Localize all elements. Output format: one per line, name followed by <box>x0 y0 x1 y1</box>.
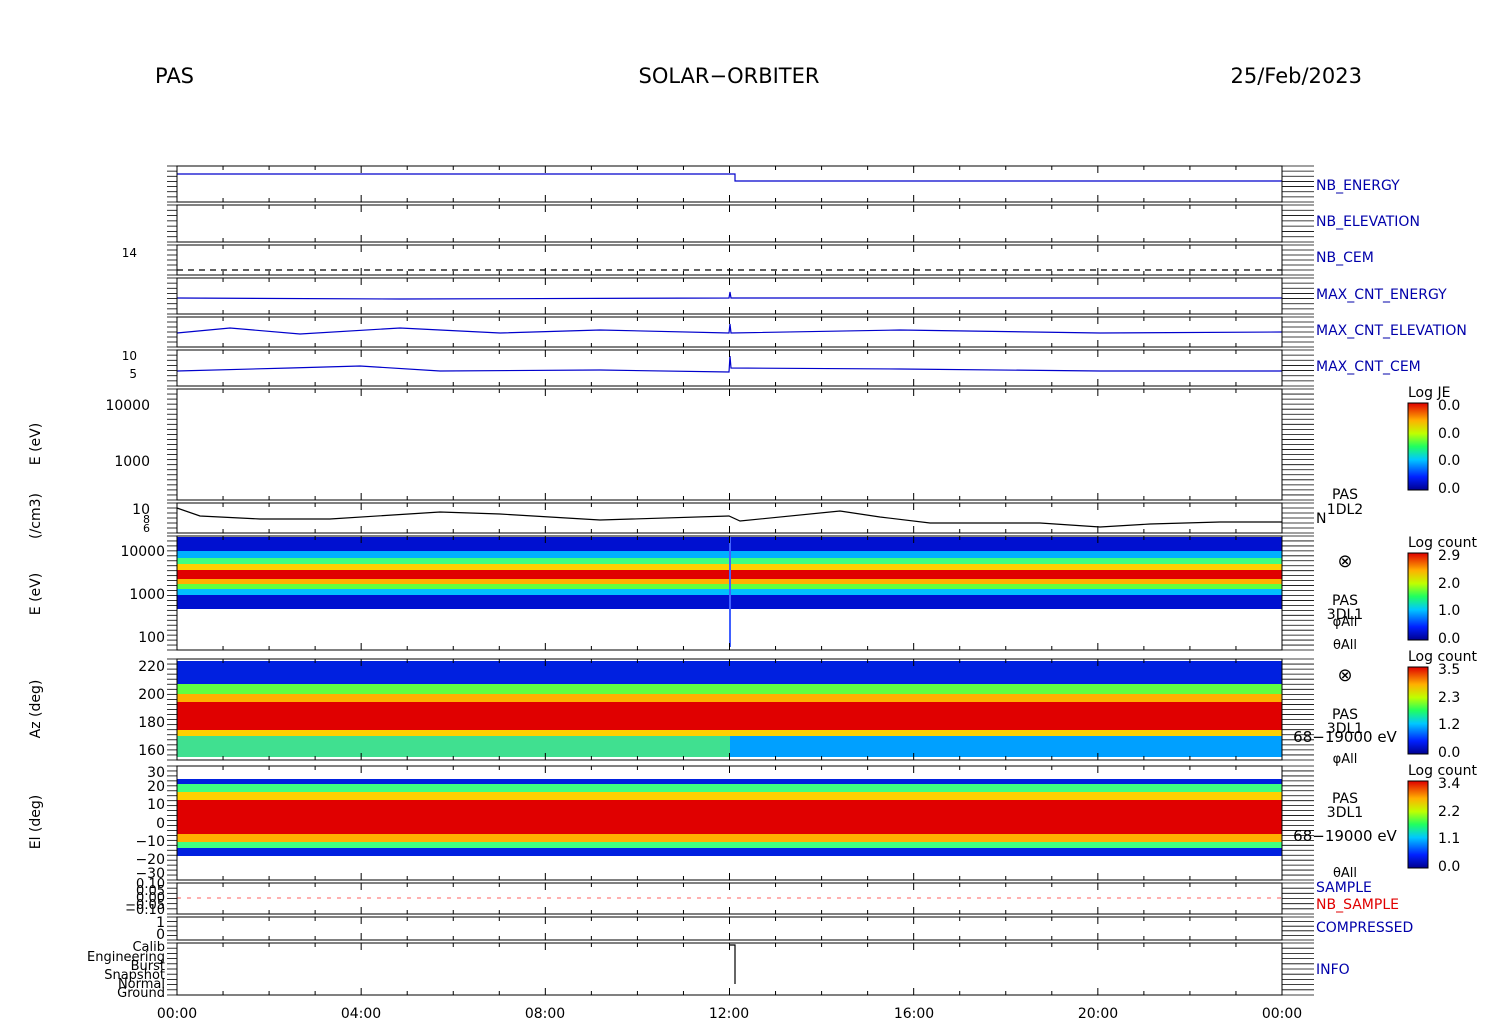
colorbar-azimuth-tick: 2.3 <box>1438 690 1460 706</box>
colorbar-je-tick: 0.0 <box>1438 426 1460 442</box>
info-trace <box>729 944 736 984</box>
label-nb-elevation: NB_ELEVATION <box>1316 214 1420 230</box>
pas-summary-plot: PAS SOLAR−ORBITER 25/Feb/2023 Log JE 0.0… <box>28 64 1477 1020</box>
nb-energy-trace <box>177 173 1282 182</box>
colorbar-energy-tick: 2.0 <box>1438 576 1460 592</box>
label-compressed: COMPRESSED <box>1316 920 1413 936</box>
xtick-label: 12:00 <box>709 1006 749 1020</box>
ytick-label: 1000 <box>114 454 150 470</box>
ytick-label: 14 <box>122 246 137 260</box>
ytick-label: 180 <box>138 715 165 731</box>
label-azimuth-otimes: ⊗ <box>1337 665 1352 686</box>
colorbar-energy-tick: 1.0 <box>1438 603 1460 619</box>
ylabel-je-energy: E (eV) <box>28 423 44 465</box>
label-azimuth-energy-range: 68−19000 eV <box>1293 728 1397 746</box>
colorbar-azimuth-tick: 3.5 <box>1438 662 1460 678</box>
label-energy-otimes: ⊗ <box>1337 551 1352 572</box>
elevation-spectrogram-image <box>177 779 1282 856</box>
label-nb-energy: NB_ENERGY <box>1316 178 1400 194</box>
header-date: 25/Feb/2023 <box>1231 64 1363 88</box>
colorbar-elevation-tick: 2.2 <box>1438 804 1460 820</box>
ytick-label: 1000 <box>129 587 165 603</box>
label-max-cnt-energy: MAX_CNT_ENERGY <box>1316 287 1447 303</box>
ytick-label: 10 <box>147 797 165 813</box>
xtick-label: 00:00 <box>157 1006 197 1020</box>
label-info: INFO <box>1316 962 1350 978</box>
ytick-label: Ground <box>117 986 165 1001</box>
label-energy-thetaall: θAll <box>1333 638 1357 653</box>
ytick-label: 20 <box>147 779 165 795</box>
panel-frame <box>176 388 1283 501</box>
ytick-label: −10 <box>135 834 165 850</box>
ytick-label: 10000 <box>105 398 150 414</box>
label-max-cnt-elevation: MAX_CNT_ELEVATION <box>1316 323 1467 339</box>
ytick-labels: 14 10 5 10000 1000 10 8 6 10000 1000 100… <box>87 246 165 1001</box>
colorbar-je-tick: 0.0 <box>1438 453 1460 469</box>
xtick-label: 00:00 <box>1262 1006 1302 1020</box>
label-nb-cem: NB_CEM <box>1316 250 1374 266</box>
label-nb-sample: NB_SAMPLE <box>1316 897 1399 913</box>
x-axis: 00:00 04:00 08:00 12:00 16:00 20:00 00:0… <box>157 1006 1302 1020</box>
ytick-label: 200 <box>138 687 165 703</box>
colorbar-energy-tick: 0.0 <box>1438 631 1460 647</box>
ytick-label: 6 <box>143 522 150 535</box>
ytick-label: 0 <box>156 816 165 832</box>
xtick-label: 16:00 <box>894 1006 934 1020</box>
ylabel-azimuth: Az (deg) <box>28 680 44 739</box>
label-max-cnt-cem: MAX_CNT_CEM <box>1316 359 1421 375</box>
ytick-label: 100 <box>138 630 165 646</box>
label-azimuth-phiall: φAll <box>1333 752 1358 767</box>
colorbar-azimuth-tick: 0.0 <box>1438 745 1460 761</box>
label-energy-phiall: φAll <box>1333 615 1358 630</box>
ylabel-density: (/cm3) <box>28 493 44 539</box>
energy-spectrogram-image <box>177 537 1282 647</box>
max-cnt-energy-trace <box>176 291 1282 300</box>
density-trace <box>176 507 1282 528</box>
colorbar-azimuth: Log count 3.5 2.3 1.2 0.0 <box>1407 649 1477 761</box>
xtick-label: 20:00 <box>1078 1006 1118 1020</box>
xtick-label: 08:00 <box>525 1006 565 1020</box>
colorbar-elevation: Log count 3.4 2.2 1.1 0.0 <box>1407 763 1477 875</box>
colorbar-je-tick: 0.0 <box>1438 398 1460 414</box>
ytick-label: 10 <box>122 349 137 363</box>
label-density-pas: PAS <box>1332 487 1358 503</box>
ytick-label: 5 <box>129 367 137 381</box>
colorbar-azimuth-tick: 1.2 <box>1438 717 1460 733</box>
label-density-1dl2: 1DL2 <box>1327 502 1363 518</box>
label-elevation-energy-range: 68−19000 eV <box>1293 827 1397 845</box>
header-instrument: PAS <box>155 64 194 88</box>
ytick-label: 10000 <box>120 544 165 560</box>
max-cnt-cem-trace <box>176 355 1282 373</box>
ylabel-energy: E (eV) <box>28 573 44 615</box>
panel-frame <box>176 942 1283 996</box>
ytick-label: 160 <box>138 743 165 759</box>
colorbar-elevation-tick: 1.1 <box>1438 831 1460 847</box>
label-elevation-thetaall: θAll <box>1333 866 1357 881</box>
colorbar-je-tick: 0.0 <box>1438 481 1460 497</box>
xtick-label: 04:00 <box>341 1006 381 1020</box>
label-elevation-3dl1: 3DL1 <box>1327 805 1363 821</box>
label-sample: SAMPLE <box>1316 880 1372 896</box>
colorbar-je: Log JE 0.0 0.0 0.0 0.0 <box>1407 385 1460 497</box>
ytick-label: 220 <box>138 659 165 675</box>
header-mission: SOLAR−ORBITER <box>638 64 819 88</box>
colorbar-energy-tick: 2.9 <box>1438 548 1460 564</box>
colorbar-energy: Log count 2.9 2.0 1.0 0.0 <box>1407 535 1477 647</box>
colorbar-elevation-tick: 3.4 <box>1438 776 1460 792</box>
azimuth-spectrogram-image <box>177 661 1282 757</box>
label-density-n: N <box>1316 511 1326 527</box>
colorbar-elevation-tick: 0.0 <box>1438 859 1460 875</box>
ylabel-elevation: El (deg) <box>28 795 44 850</box>
max-cnt-elevation-trace <box>176 323 1283 335</box>
